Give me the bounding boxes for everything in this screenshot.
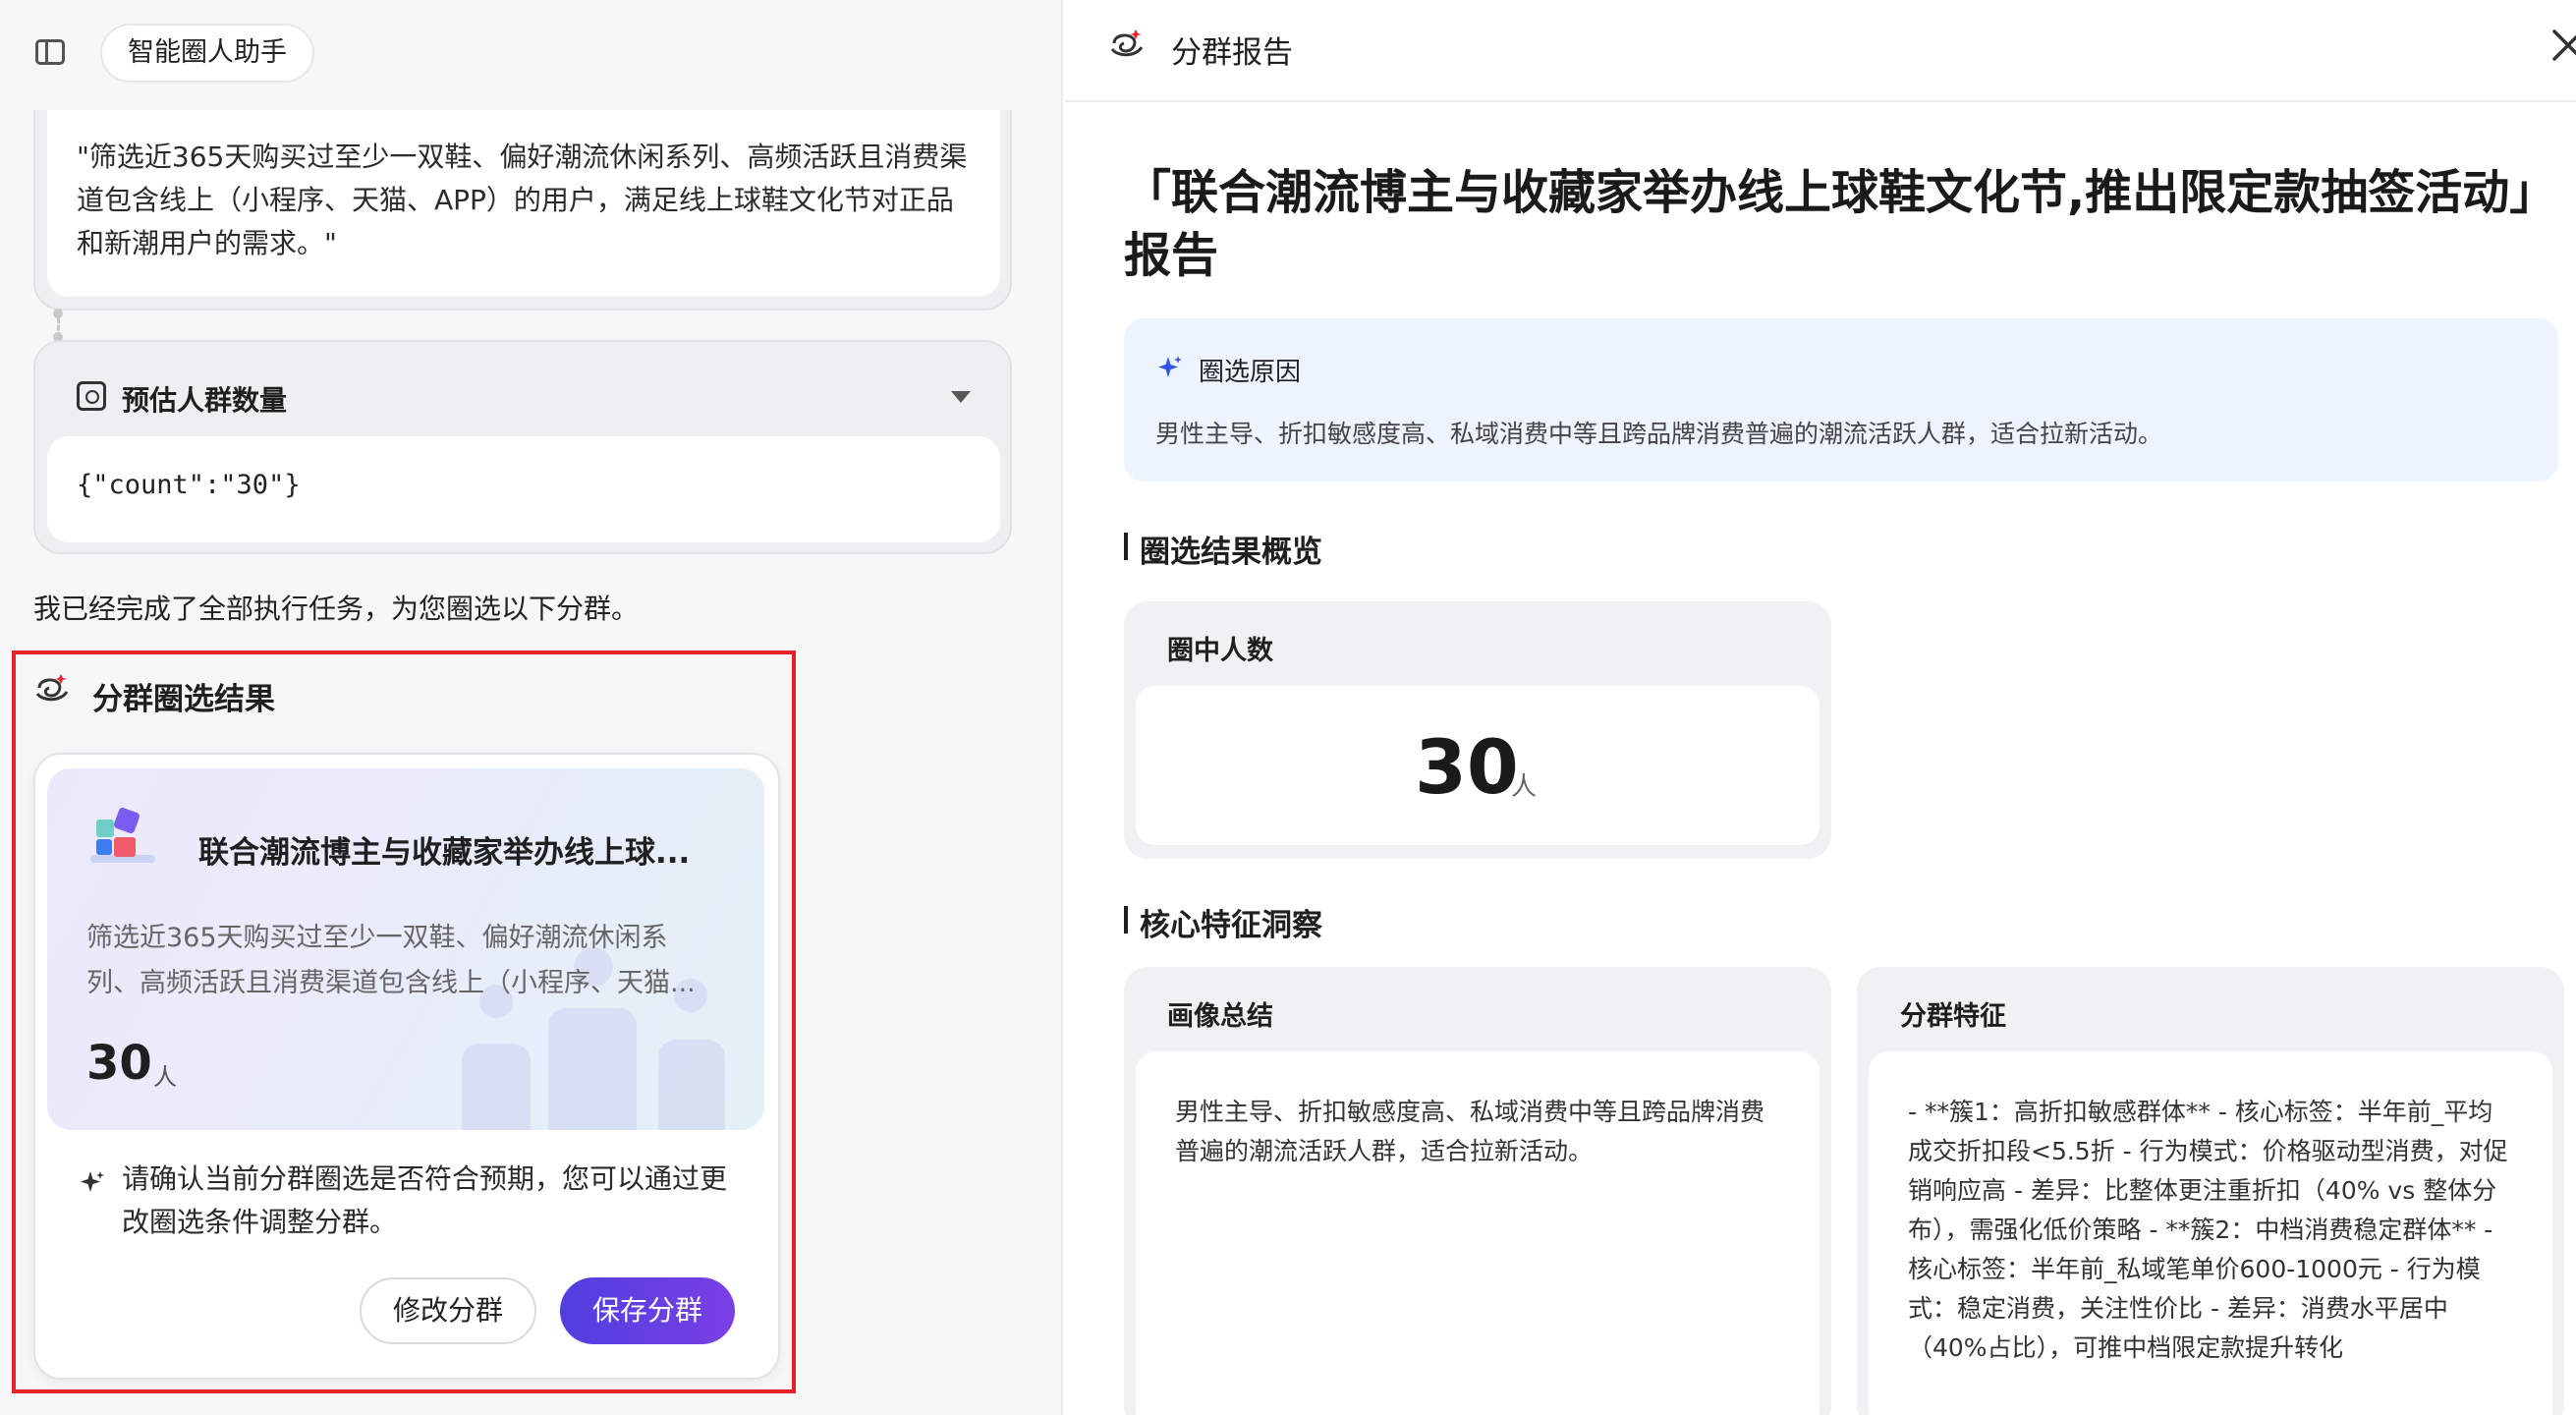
app-root: "筛选近365天购买过至少一双鞋、偏好潮流休闲系列、高频活跃且消费渠道包含线上（… bbox=[0, 0, 2576, 1415]
sparkle-icon bbox=[1158, 356, 1182, 377]
reason-label: 圈选原因 bbox=[1199, 358, 1302, 387]
section-marker bbox=[1124, 906, 1128, 934]
report-count-unit: 人 bbox=[1511, 772, 1538, 802]
section-marker bbox=[1124, 533, 1128, 560]
report-count: 30 bbox=[1415, 723, 1519, 811]
portrait-panel bbox=[1124, 967, 1831, 1415]
report-title: 「联合潮流博主与收藏家举办线上球鞋文化节,推出限定款抽签活动」报告 bbox=[1124, 165, 2534, 283]
estimate-card[interactable] bbox=[33, 340, 1012, 554]
query-text: "筛选近365天购买过至少一双鞋、偏好潮流休闲系列、高频活跃且消费渠道包含线上（… bbox=[77, 141, 968, 259]
portrait-text: 男性主导、折扣敏感度高、私域消费中等且跨品牌消费普遍的潮流活跃人群，适合拉新活动… bbox=[1175, 1098, 1765, 1165]
report-header: 分群报告 bbox=[1065, 0, 2576, 102]
report-header-title: 分群报告 bbox=[1171, 35, 1293, 71]
insight-title: 核心特征洞察 bbox=[1140, 908, 1322, 943]
reason-box bbox=[1124, 318, 2558, 481]
segment-swirl-icon bbox=[1110, 29, 1144, 57]
features-label: 分群特征 bbox=[1900, 1001, 2006, 1032]
features-text: - **簇1：高折扣敏感群体** - 核心标签：半年前_平均成交折扣段<5.5折… bbox=[1908, 1098, 2508, 1362]
highlight-frame bbox=[12, 651, 796, 1393]
overview-title: 圈选结果概览 bbox=[1140, 535, 1322, 570]
estimate-title: 预估人群数量 bbox=[122, 384, 288, 417]
chat-header: 智能圈人助手 bbox=[0, 0, 1061, 110]
count-label: 圈中人数 bbox=[1167, 636, 1273, 666]
portrait-label: 画像总结 bbox=[1167, 1001, 1273, 1032]
report-panel: 分群报告 「联合潮流博主与收藏家举办线上球鞋文化节,推出限定款抽签活动」报告 圈… bbox=[1065, 0, 2576, 1415]
assistant-message: 我已经完成了全部执行任务，为您圈选以下分群。 bbox=[33, 593, 640, 625]
assistant-name-pill[interactable]: 智能圈人助手 bbox=[100, 24, 314, 83]
estimate-output: {"count":"30"} bbox=[77, 470, 301, 500]
chevron-down-icon[interactable] bbox=[951, 391, 971, 403]
reason-text: 男性主导、折扣敏感度高、私域消费中等且跨品牌消费普遍的潮流活跃人群，适合拉新活动… bbox=[1155, 420, 2163, 448]
close-icon[interactable] bbox=[2548, 26, 2576, 65]
search-chart-icon bbox=[77, 381, 106, 411]
chat-panel: "筛选近365天购买过至少一双鞋、偏好潮流休闲系列、高频活跃且消费渠道包含线上（… bbox=[0, 0, 1063, 1415]
sidebar-toggle-icon[interactable] bbox=[35, 39, 65, 65]
